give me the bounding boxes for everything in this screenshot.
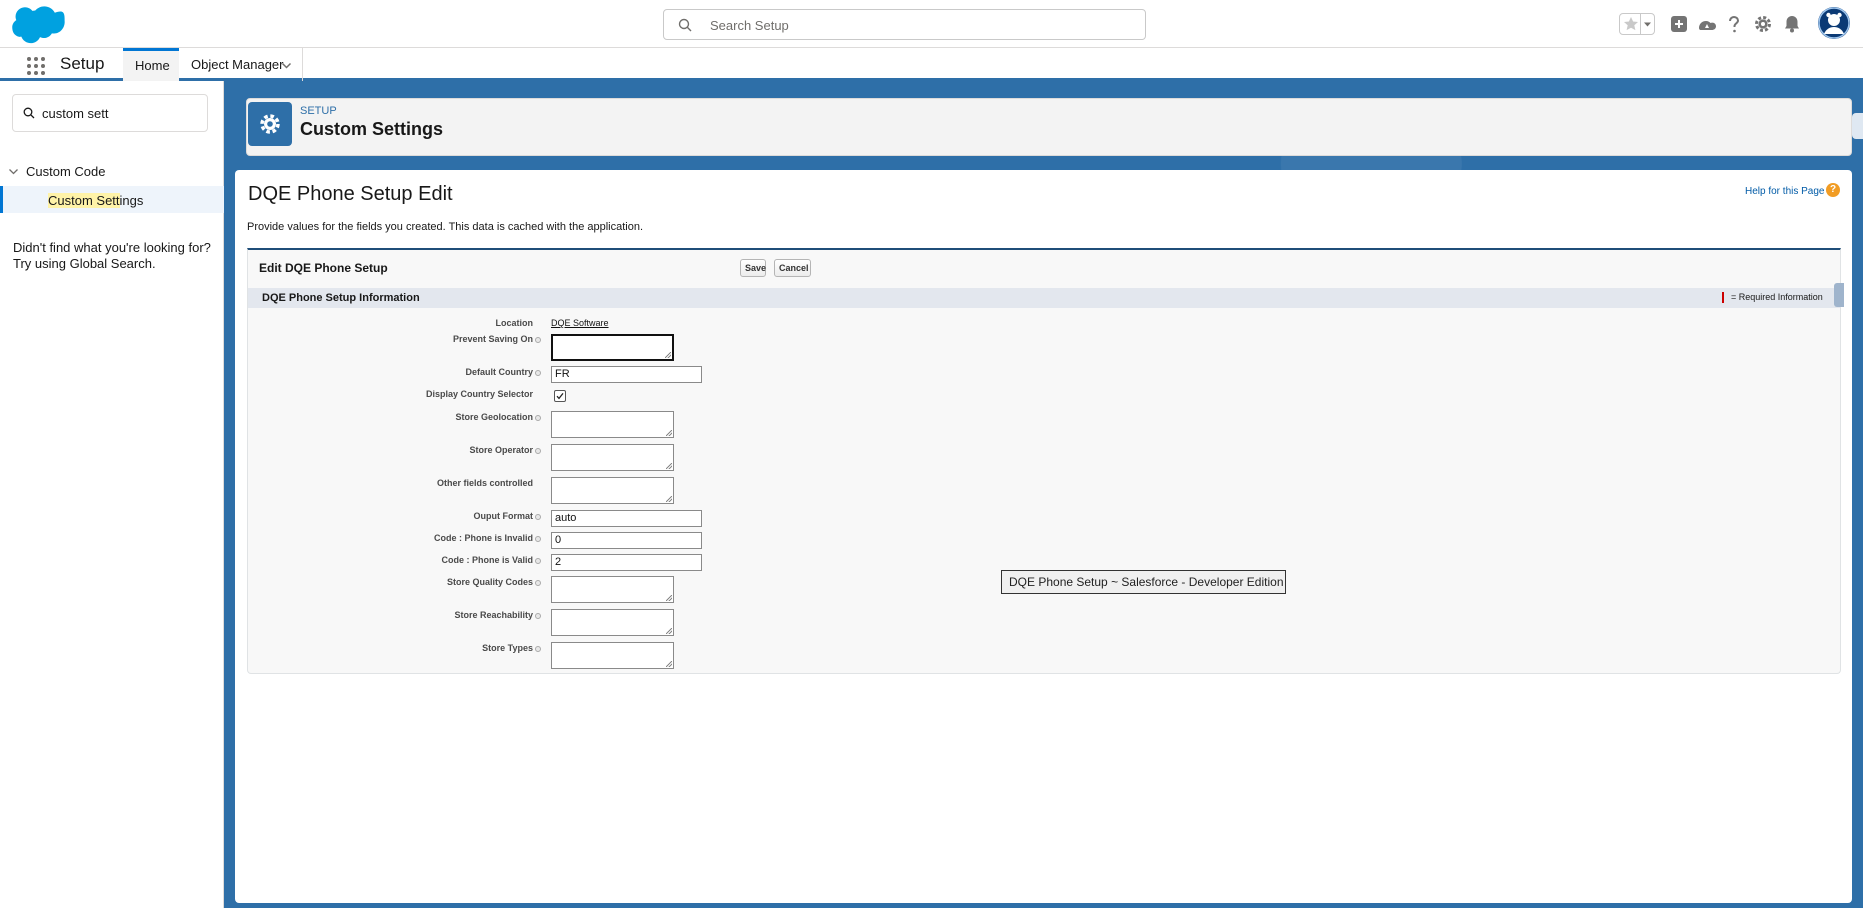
edit-description: Provide values for the fields you create… <box>247 221 644 233</box>
code-invalid-input[interactable]: 0 <box>551 532 702 549</box>
app-launcher-icon[interactable] <box>26 56 46 76</box>
save-button[interactable]: Save <box>740 259 766 277</box>
search-icon <box>23 107 35 119</box>
info-icon[interactable] <box>535 514 541 520</box>
code-invalid-label: Code : Phone is Invalid <box>433 533 533 543</box>
form-block-title: Edit DQE Phone Setup <box>259 261 388 275</box>
page-header-icon-box <box>248 102 292 146</box>
avatar[interactable] <box>1818 7 1850 39</box>
info-icon[interactable] <box>535 536 541 542</box>
required-marker <box>1722 292 1724 303</box>
prevent-saving-input[interactable] <box>551 334 674 361</box>
code-valid-input[interactable]: 2 <box>551 554 702 571</box>
tree-item-label: Custom Code <box>26 164 106 179</box>
search-icon <box>678 18 692 32</box>
favorites-button[interactable] <box>1619 13 1655 35</box>
display-country-label: Display Country Selector <box>425 389 533 399</box>
store-quality-label: Store Quality Codes <box>446 577 533 587</box>
tree-item-label: Custom Settings <box>48 193 143 208</box>
section-title: DQE Phone Setup Information <box>262 292 420 304</box>
store-types-label: Store Types <box>482 643 533 653</box>
info-icon[interactable] <box>535 448 541 454</box>
store-operator-input[interactable] <box>551 444 674 471</box>
store-operator-label: Store Operator <box>469 445 533 455</box>
page-eyebrow: SETUP <box>300 105 337 117</box>
store-geolocation-label: Store Geolocation <box>455 412 533 422</box>
info-icon[interactable] <box>535 370 541 376</box>
setup-sidebar: custom sett Custom Code Custom Settings … <box>0 81 224 908</box>
bell-icon[interactable] <box>1781 12 1803 36</box>
setup-search[interactable]: Search Setup <box>663 9 1146 40</box>
search-placeholder: Search Setup <box>710 18 789 33</box>
favorites-star-icon <box>1624 17 1638 31</box>
label-rest: ings <box>119 193 144 208</box>
help-icon[interactable] <box>1723 12 1745 36</box>
tab-home[interactable]: Home <box>123 48 179 81</box>
app-name: Setup <box>60 54 105 73</box>
location-label: Location <box>495 318 534 328</box>
store-quality-input[interactable] <box>551 576 674 603</box>
chevron-down-icon[interactable] <box>8 166 19 177</box>
not-found-line-1: Didn't find what you're looking for? <box>13 240 211 255</box>
info-icon[interactable] <box>535 646 541 652</box>
global-header: Search Setup <box>0 0 1863 48</box>
not-found-message: Didn't find what you're looking for? Try… <box>13 240 211 272</box>
info-icon[interactable] <box>535 337 541 343</box>
info-icon[interactable] <box>535 558 541 564</box>
gear-icon[interactable] <box>1752 12 1774 36</box>
output-format-label: Ouput Format <box>473 511 534 521</box>
quick-find-input[interactable]: custom sett <box>12 94 208 132</box>
help-for-this-page-link[interactable]: Help for this Page <box>1745 186 1825 197</box>
chevron-down-icon[interactable] <box>1643 20 1652 29</box>
app-navigation: Setup Home Object Manager <box>0 48 1863 81</box>
default-country-input[interactable]: FR <box>551 366 702 383</box>
output-format-input[interactable]: auto <box>551 510 702 527</box>
salesforce-logo[interactable] <box>12 6 66 44</box>
required-legend: = Required Information <box>1731 292 1823 302</box>
chevron-down-icon[interactable] <box>281 60 292 71</box>
help-icon[interactable]: ? <box>1826 183 1840 197</box>
tab-object-manager[interactable]: Object Manager <box>179 48 303 81</box>
info-icon[interactable] <box>535 613 541 619</box>
add-icon[interactable] <box>1668 12 1690 36</box>
store-types-input[interactable] <box>551 642 674 669</box>
display-country-checkbox[interactable] <box>554 390 566 402</box>
store-geolocation-input[interactable] <box>551 411 674 438</box>
user-icon <box>1818 7 1850 39</box>
window-title-tooltip: DQE Phone Setup ~ Salesforce - Developer… <box>1001 570 1286 594</box>
tab-home-label: Home <box>135 58 170 73</box>
checkmark-icon <box>556 392 564 400</box>
tree-item-custom-code[interactable]: Custom Code <box>0 161 224 183</box>
section-header <box>248 288 1840 308</box>
edit-page-title: DQE Phone Setup Edit <box>248 183 453 205</box>
other-fields-input[interactable] <box>551 477 674 504</box>
favorites-divider <box>1640 14 1641 34</box>
location-link[interactable]: DQE Software <box>551 318 609 328</box>
not-found-line-2: Try using Global Search. <box>13 256 156 271</box>
info-icon[interactable] <box>535 415 541 421</box>
quick-find-value: custom sett <box>42 106 109 121</box>
tree-item-custom-settings[interactable]: Custom Settings <box>0 186 224 213</box>
collapse-handle[interactable] <box>1834 283 1844 307</box>
page-title: Custom Settings <box>300 119 444 139</box>
side-panel-tab[interactable] <box>1852 113 1863 139</box>
info-icon[interactable] <box>535 580 541 586</box>
page-header: SETUP Custom Settings <box>246 98 1852 156</box>
gear-icon <box>260 114 280 134</box>
search-match-highlight: Custom Sett <box>48 193 120 208</box>
store-reachability-input[interactable] <box>551 609 674 636</box>
code-valid-label: Code : Phone is Valid <box>441 555 533 565</box>
prevent-saving-label: Prevent Saving On <box>452 334 533 344</box>
tab-object-manager-label: Object Manager <box>191 57 284 72</box>
trailhead-icon[interactable] <box>1696 12 1718 36</box>
default-country-label: Default Country <box>465 367 534 377</box>
cancel-button[interactable]: Cancel <box>774 259 811 277</box>
store-reachability-label: Store Reachability <box>454 610 533 620</box>
other-fields-label: Other fields controlled <box>436 478 533 488</box>
